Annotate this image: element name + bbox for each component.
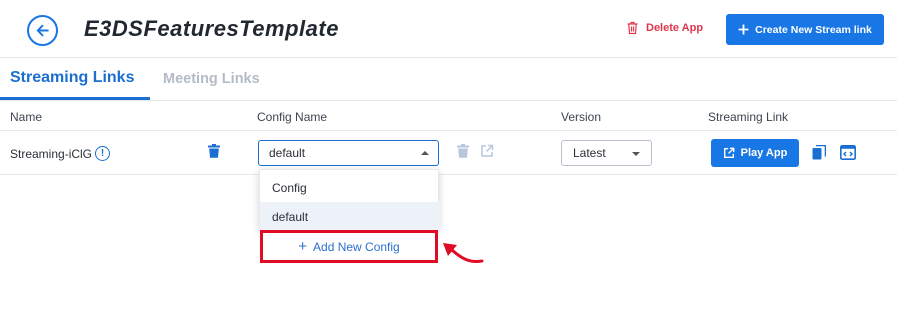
delete-app-label: Delete App	[646, 22, 704, 34]
edit-config-button[interactable]	[480, 144, 494, 158]
embed-code-button[interactable]	[840, 145, 856, 160]
create-stream-link-label: Create New Stream link	[755, 23, 872, 36]
app-title: E3DSFeaturesTemplate	[84, 16, 339, 41]
copy-icon	[812, 145, 826, 160]
tab-streaming-links[interactable]: Streaming Links	[10, 69, 134, 87]
trash-icon	[208, 144, 220, 158]
dropdown-option-config[interactable]: Config	[260, 173, 440, 202]
create-stream-link-button[interactable]: Create New Stream link	[726, 14, 884, 45]
version-select-value: Latest	[573, 146, 606, 160]
app-header: E3DSFeaturesTemplate Delete App Create N…	[0, 0, 897, 58]
caret-down-icon	[632, 152, 640, 156]
config-select-value: default	[269, 146, 306, 160]
annotation-arrow-icon	[443, 243, 484, 263]
divider	[0, 174, 897, 175]
copy-link-button[interactable]	[812, 145, 826, 160]
active-tab-indicator	[0, 97, 150, 100]
column-header-name: Name	[10, 110, 43, 124]
play-app-button[interactable]: Play App	[711, 139, 799, 167]
config-name-select[interactable]: default	[258, 140, 439, 166]
stream-name: Streaming-iClG	[10, 146, 93, 161]
plus-icon: +	[298, 237, 308, 255]
external-link-icon	[723, 147, 735, 158]
version-select[interactable]: Latest	[561, 140, 652, 166]
delete-config-button[interactable]	[457, 144, 469, 158]
tab-meeting-links[interactable]: Meeting Links	[163, 71, 260, 87]
external-edit-icon	[481, 144, 494, 157]
column-header-streaming-link: Streaming Link	[708, 110, 789, 124]
info-icon[interactable]: !	[95, 146, 111, 161]
arrow-left-icon	[36, 24, 49, 37]
trash-icon	[627, 21, 638, 35]
delete-app-button[interactable]: Delete App	[626, 21, 703, 35]
plus-icon	[738, 24, 749, 35]
column-header-version: Version	[561, 110, 602, 124]
config-dropdown-menu: Config default	[259, 169, 440, 231]
embed-code-icon	[840, 145, 856, 160]
trash-icon	[457, 144, 469, 158]
add-new-config-button[interactable]: + Add New Config	[260, 230, 438, 263]
add-new-config-label: Add New Config	[313, 239, 400, 254]
tab-bar: Streaming Links Meeting Links	[0, 59, 897, 101]
caret-up-icon	[421, 151, 429, 155]
delete-stream-button[interactable]	[208, 144, 220, 158]
play-app-label: Play App	[740, 147, 788, 159]
dropdown-option-default[interactable]: default	[260, 202, 440, 231]
column-header-config-name: Config Name	[257, 110, 328, 124]
divider	[0, 130, 897, 131]
table-row-name: Streaming-iClG !	[10, 146, 111, 161]
back-button[interactable]	[27, 15, 58, 46]
